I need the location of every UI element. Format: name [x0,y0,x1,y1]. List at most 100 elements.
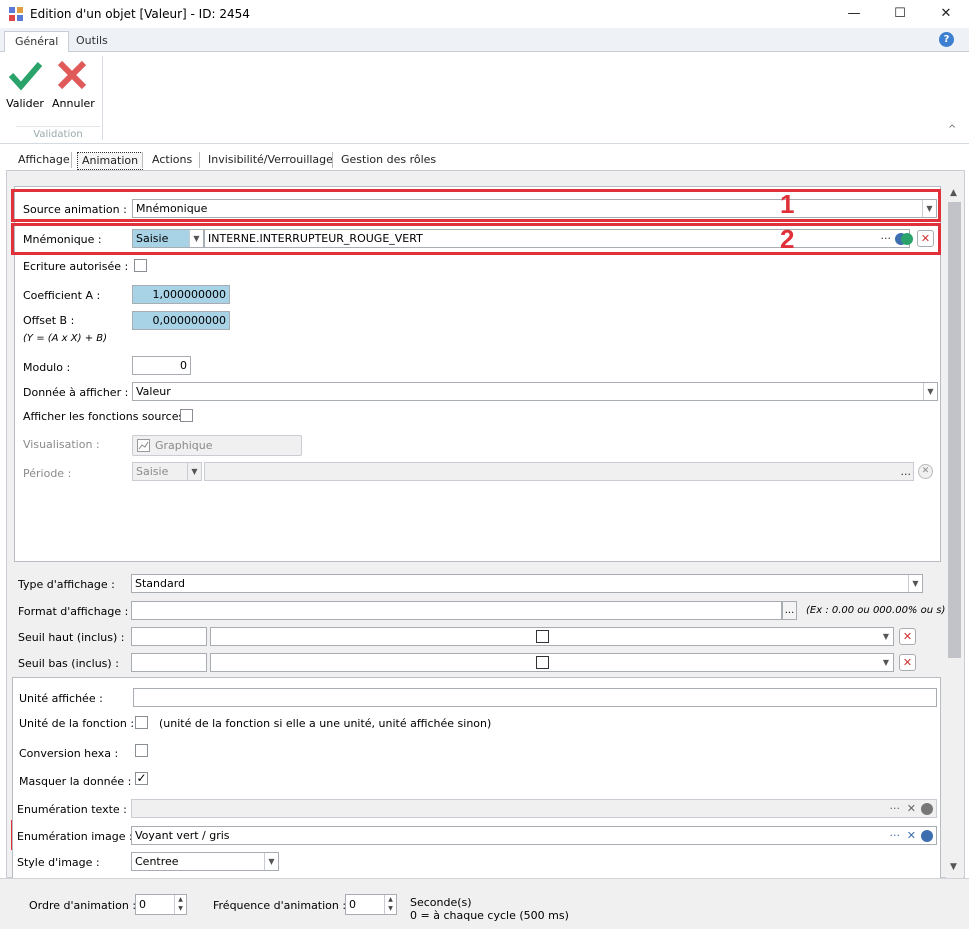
modulo-label: Modulo : [23,361,71,374]
help-icon[interactable]: ? [939,32,954,47]
scroll-up-icon[interactable]: ▲ [950,188,957,198]
close-button[interactable]: ✕ [923,0,969,28]
ribbon-tab-outils[interactable]: Outils [66,31,118,52]
seuil-bas-color-select[interactable]: ▼ [210,653,894,672]
chevron-down-icon[interactable]: ▼ [879,628,893,645]
ellipsis-icon[interactable]: ··· [890,802,901,815]
chevron-down-icon[interactable]: ▼ [264,853,278,870]
close-icon[interactable]: ✕ [907,802,916,815]
modulo-input[interactable]: 0 [132,356,191,375]
delete-icon[interactable]: ✕ [918,464,933,479]
color-swatch [536,656,549,669]
fonctions-sources-checkbox[interactable] [180,409,193,422]
graphique-label: Graphique [155,439,213,452]
format-ellipsis-button[interactable]: ... [782,601,797,620]
hexa-checkbox[interactable] [135,744,148,757]
spinner-arrows-icon[interactable]: ▲ ▼ [384,895,396,914]
tab-affichage[interactable]: Affichage [14,152,74,170]
tab-actions[interactable]: Actions [148,152,196,170]
seuil-bas-input[interactable] [131,653,207,672]
offset-b-input[interactable]: 0,000000000 [132,311,230,330]
format-affichage-input[interactable] [131,601,782,620]
highlight-box-2 [11,223,941,255]
arrow-right-icon[interactable] [921,803,933,815]
status-bar: Ordre d'animation : 0 ▲ ▼ Fréquence d'ani… [0,878,969,929]
ribbon-tabs: Général Outils ? [0,28,969,52]
donnee-select[interactable]: Valeur ▼ [132,382,938,401]
ecriture-checkbox[interactable] [134,259,147,272]
scrollbar[interactable]: ▲ ▼ [946,186,963,878]
tab-separator [199,152,200,168]
tab-separator [142,152,143,168]
validate-button[interactable]: Valider [5,58,45,110]
unite-fonction-checkbox[interactable] [135,716,148,729]
cancel-label: Annuler [52,97,95,110]
marker-2: 2 [780,224,795,254]
masquer-checkbox[interactable]: ✓ [135,772,148,785]
tab-gestion-roles[interactable]: Gestion des rôles [337,152,440,170]
type-affichage-label: Type d'affichage : [18,578,115,591]
chevron-down-icon[interactable]: ▼ [879,654,893,671]
ordre-spinner[interactable]: 0 ▲ ▼ [135,894,187,915]
ribbon-group-label: Validation [16,126,100,140]
tab-separator [332,152,333,168]
minimize-button[interactable]: — [831,0,877,28]
cross-icon [57,60,87,90]
enum-image-value: Voyant vert / gris [135,829,230,842]
frequence-spinner[interactable]: 0 ▲ ▼ [345,894,397,915]
masquer-label: Masquer la donnée : [19,775,132,788]
ribbon: Valider Annuler Validation ^ [0,52,969,144]
ribbon-tab-general[interactable]: Général [4,31,70,52]
style-image-select[interactable]: Centree ▼ [131,852,279,871]
enum-texte-input[interactable]: ··· ✕ [131,799,937,818]
tab-invisibilite[interactable]: Invisibilité/Verrouillage [204,152,337,170]
chevron-down-icon[interactable]: ▼ [908,575,922,592]
ellipsis-icon[interactable]: ... [901,465,912,478]
collapse-ribbon-icon[interactable]: ^ [948,124,956,135]
delete-icon[interactable]: ✕ [899,654,916,671]
seuil-haut-input[interactable] [131,627,207,646]
unit-cycle: 0 = à chaque cycle (500 ms) [410,909,569,922]
ribbon-separator [102,56,103,140]
ellipsis-icon[interactable]: ··· [890,829,901,842]
offset-b-label: Offset B : [23,314,75,327]
ordre-label: Ordre d'animation : [29,899,137,912]
enum-image-input[interactable]: Voyant vert / gris ··· ✕ [131,826,937,845]
format-affichage-label: Format d'affichage : [18,605,129,618]
graphique-button[interactable]: Graphique [132,435,302,456]
color-swatch [536,630,549,643]
highlight-box-1 [11,189,941,222]
close-icon[interactable]: ✕ [907,829,916,842]
cancel-button[interactable]: Annuler [52,58,95,110]
unite-fonction-hint: (unité de la fonction si elle a une unit… [159,717,492,730]
coef-a-input[interactable]: 1,000000000 [132,285,230,304]
unite-label: Unité affichée : [19,692,103,705]
chevron-down-icon[interactable]: ▼ [923,383,937,400]
spinner-arrows-icon[interactable]: ▲ ▼ [174,895,186,914]
donnee-value: Valeur [136,385,171,398]
title-bar: Edition d'un objet [Valeur] - ID: 2454 —… [0,0,969,28]
seuil-haut-color-select[interactable]: ▼ [210,627,894,646]
maximize-button[interactable]: ☐ [877,0,923,28]
scroll-down-icon[interactable]: ▼ [950,862,957,872]
arrow-right-icon[interactable] [921,830,933,842]
ordre-value: 0 [139,898,146,911]
chevron-down-icon[interactable]: ▼ [187,463,201,480]
checkmark-icon [8,62,43,91]
periode-input[interactable]: ... [204,462,914,481]
donnee-label: Donnée à afficher : [23,386,129,399]
tab-animation[interactable]: Animation [77,152,144,170]
unite-input[interactable] [133,688,937,707]
delete-icon[interactable]: ✕ [899,628,916,645]
unite-fonction-label: Unité de la fonction : [19,717,135,730]
periode-mode-select[interactable]: Saisie ▼ [132,462,202,481]
format-hint: (Ex : 0.00 ou 000.00% ou s) [806,605,946,616]
page-tabs: Affichage Animation Actions Invisibilité… [0,144,969,170]
scroll-thumb[interactable] [948,202,961,658]
ecriture-label: Ecriture autorisée : [23,260,129,273]
style-image-value: Centree [135,855,179,868]
type-affichage-select[interactable]: Standard ▼ [131,574,923,593]
periode-label: Période : [23,467,72,480]
frequence-label: Fréquence d'animation : [213,899,347,912]
fonctions-sources-label: Afficher les fonctions sources : [23,410,192,423]
